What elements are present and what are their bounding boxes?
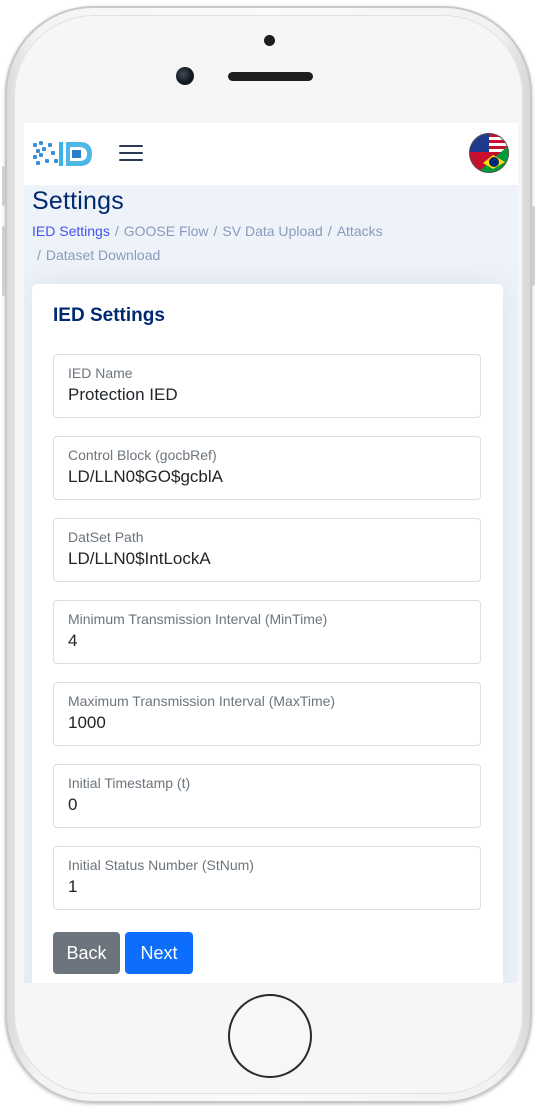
side-button bbox=[2, 226, 5, 296]
side-button bbox=[532, 206, 535, 286]
max-time-field[interactable]: Maximum Transmission Interval (MaxTime) bbox=[53, 682, 481, 746]
control-block-field[interactable]: Control Block (gocbRef) bbox=[53, 436, 481, 500]
breadcrumb-separator: / bbox=[327, 223, 332, 239]
card-title: IED Settings bbox=[53, 305, 165, 326]
breadcrumb-separator: / bbox=[114, 223, 119, 239]
min-time-field[interactable]: Minimum Transmission Interval (MinTime) bbox=[53, 600, 481, 664]
home-button[interactable] bbox=[228, 994, 312, 1078]
breadcrumb-attacks[interactable]: Attacks bbox=[337, 223, 383, 239]
field-label: Initial Timestamp (t) bbox=[68, 775, 191, 791]
min-time-input[interactable] bbox=[68, 631, 468, 651]
field-label: Maximum Transmission Interval (MaxTime) bbox=[68, 693, 336, 709]
app-screen: Settings IED Settings / GOOSE Flow / SV Data… bbox=[24, 123, 518, 983]
field-label: Control Block (gocbRef) bbox=[68, 447, 217, 463]
breadcrumb-separator: / bbox=[213, 223, 218, 239]
breadcrumb-sv-data-upload[interactable]: SV Data Upload bbox=[222, 223, 322, 239]
top-navbar bbox=[24, 123, 518, 185]
dataset-path-field[interactable]: DatSet Path bbox=[53, 518, 481, 582]
breadcrumb: IED Settings / GOOSE Flow / SV Data Upload / A… bbox=[32, 219, 502, 267]
initial-stnum-field[interactable]: Initial Status Number (StNum) bbox=[53, 846, 481, 910]
ied-settings-card: IED Settings IED Name Control Block (goc… bbox=[32, 284, 503, 983]
breadcrumb-dataset-download[interactable]: Dataset Download bbox=[46, 247, 160, 263]
dataset-path-input[interactable] bbox=[68, 549, 468, 569]
back-button[interactable]: Back bbox=[53, 932, 120, 974]
hamburger-menu-icon[interactable] bbox=[118, 140, 144, 166]
initial-stnum-input[interactable] bbox=[68, 877, 468, 897]
field-label: Minimum Transmission Interval (MinTime) bbox=[68, 611, 328, 627]
control-block-input[interactable] bbox=[68, 467, 468, 487]
breadcrumb-ied-settings[interactable]: IED Settings bbox=[32, 223, 110, 239]
language-flag-icon[interactable] bbox=[469, 133, 509, 173]
ied-name-field[interactable]: IED Name bbox=[53, 354, 481, 418]
field-label: IED Name bbox=[68, 365, 133, 381]
field-label: DatSet Path bbox=[68, 529, 144, 545]
side-button bbox=[2, 166, 5, 206]
sensor-dot bbox=[264, 35, 275, 46]
breadcrumb-separator: / bbox=[37, 247, 41, 263]
initial-timestamp-input[interactable] bbox=[68, 795, 468, 815]
logo-icon[interactable] bbox=[32, 139, 98, 169]
max-time-input[interactable] bbox=[68, 713, 468, 733]
page-title: Settings bbox=[32, 187, 124, 215]
field-label: Initial Status Number (StNum) bbox=[68, 857, 254, 873]
initial-timestamp-field[interactable]: Initial Timestamp (t) bbox=[53, 764, 481, 828]
front-camera bbox=[176, 67, 194, 85]
ied-name-input[interactable] bbox=[68, 385, 468, 405]
breadcrumb-goose-flow[interactable]: GOOSE Flow bbox=[124, 223, 209, 239]
earpiece-speaker bbox=[228, 72, 313, 81]
next-button[interactable]: Next bbox=[125, 932, 193, 974]
